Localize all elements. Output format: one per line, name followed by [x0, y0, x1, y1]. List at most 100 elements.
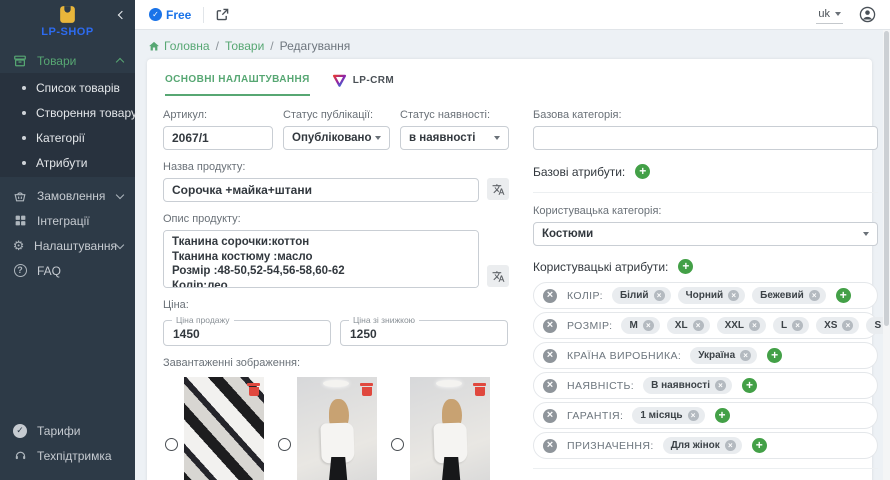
- attribute-name: ГАРАНТІЯ:: [567, 410, 623, 422]
- breadcrumb-current: Редагування: [280, 39, 351, 53]
- avail-status-select[interactable]: в наявності: [400, 126, 509, 150]
- artikul-input[interactable]: [163, 126, 273, 150]
- tab-main-settings[interactable]: ОСНОВНІ НАЛАШТУВАННЯ: [165, 74, 310, 96]
- attribute-remove-icon[interactable]: [543, 289, 557, 303]
- sale-price-field[interactable]: Ціна продажу 1450: [163, 320, 331, 346]
- attribute-remove-icon[interactable]: [543, 439, 557, 453]
- user-category-select[interactable]: Костюми: [533, 222, 878, 246]
- attribute-remove-icon[interactable]: [543, 379, 557, 393]
- attribute-row: КОЛІР:БілийЧорнийБежевий: [533, 282, 878, 309]
- base-category-input[interactable]: [533, 126, 878, 150]
- chip-remove-icon[interactable]: [693, 320, 704, 331]
- image-select-radio[interactable]: [391, 438, 404, 451]
- discount-price-field[interactable]: Ціна зі знижкою 1250: [340, 320, 508, 346]
- attribute-row: НАЯВНІСТЬ:В наявності: [533, 372, 878, 399]
- sidebar-footer: ✓ Тарифи Техпідтримка: [0, 418, 135, 468]
- base-category-label: Базова категорія:: [533, 109, 878, 121]
- chip-remove-icon[interactable]: [792, 320, 803, 331]
- chip-label: Для жінок: [671, 440, 720, 451]
- breadcrumb-label: Головна: [164, 39, 210, 53]
- sidebar-collapse-icon[interactable]: [119, 7, 125, 21]
- image-cell: [276, 376, 389, 480]
- chevron-down-icon: [375, 136, 381, 140]
- add-base-attribute-button[interactable]: [635, 164, 650, 179]
- sidebar-item-attributes[interactable]: Атрибути: [0, 150, 135, 175]
- chip-label: M: [629, 320, 637, 331]
- image-select-radio[interactable]: [278, 438, 291, 451]
- chip-remove-icon[interactable]: [688, 410, 699, 421]
- pub-status-select[interactable]: Опубліковано: [283, 126, 390, 150]
- chip-remove-icon[interactable]: [725, 440, 736, 451]
- delete-image-button[interactable]: [248, 383, 259, 396]
- breadcrumb-home-link[interactable]: Головна: [148, 39, 210, 53]
- tab-lp-crm[interactable]: LP-CRM: [332, 73, 394, 97]
- scrollbar-thumb[interactable]: [884, 31, 889, 326]
- add-user-attribute-button[interactable]: [678, 259, 693, 274]
- mirror-selfie-photo: [410, 377, 490, 480]
- fabric-closeup-photo: [184, 377, 264, 480]
- attribute-value-chip: XL: [667, 317, 710, 334]
- chip-label: В наявності: [651, 380, 710, 391]
- description-textarea[interactable]: Тканина сорочки:коттон Тканина костюму :…: [163, 230, 479, 288]
- add-value-button[interactable]: [836, 288, 851, 303]
- breadcrumb: Головна / Товари / Редагування: [148, 39, 890, 53]
- chip-label: 1 місяць: [640, 410, 682, 421]
- sidebar-item-categories[interactable]: Категорії: [0, 125, 135, 150]
- add-value-button[interactable]: [767, 348, 782, 363]
- chip-remove-icon[interactable]: [740, 350, 751, 361]
- bullet-icon: [22, 86, 26, 90]
- headset-icon: [12, 449, 28, 462]
- product-name-input[interactable]: [163, 178, 479, 202]
- chip-label: L: [781, 320, 787, 331]
- sidebar-item-settings[interactable]: ⚙ Налаштування: [0, 233, 135, 258]
- sidebar-item-product-create[interactable]: Створення товару: [0, 100, 135, 125]
- sidebar-item-support[interactable]: Техпідтримка: [0, 443, 135, 468]
- chip-remove-icon[interactable]: [715, 380, 726, 391]
- attribute-value-chip: Бежевий: [752, 287, 826, 304]
- description-label: Опис продукту:: [163, 213, 509, 225]
- attribute-remove-icon[interactable]: [543, 409, 557, 423]
- chip-remove-icon[interactable]: [728, 290, 739, 301]
- delete-image-button[interactable]: [474, 383, 485, 396]
- breadcrumb-separator: /: [216, 39, 219, 53]
- attribute-remove-icon[interactable]: [543, 319, 557, 333]
- logo-text[interactable]: LP-SHOP: [0, 26, 135, 38]
- breadcrumb-products-link[interactable]: Товари: [225, 39, 264, 53]
- sidebar-item-products[interactable]: Товари: [0, 48, 135, 73]
- language-select[interactable]: uk: [816, 6, 843, 24]
- avatar[interactable]: [859, 6, 876, 23]
- attribute-remove-icon[interactable]: [543, 349, 557, 363]
- chip-remove-icon[interactable]: [643, 320, 654, 331]
- chip-remove-icon[interactable]: [749, 320, 760, 331]
- user-attrs-label: Користувацькі атрибути:: [533, 260, 668, 274]
- translate-button[interactable]: [487, 178, 509, 200]
- divider: [533, 192, 878, 193]
- form-left-column: Артикул: Статус публікації: Опубліковано…: [163, 101, 509, 480]
- verified-icon: ✓: [149, 8, 162, 21]
- check-badge-icon: ✓: [12, 424, 28, 438]
- plan-badge[interactable]: ✓ Free: [149, 8, 191, 22]
- images-grid: [163, 376, 509, 480]
- sidebar-item-orders[interactable]: Замовлення: [0, 183, 135, 208]
- chip-remove-icon[interactable]: [809, 290, 820, 301]
- chip-remove-icon[interactable]: [842, 320, 853, 331]
- attribute-name: ПРИЗНАЧЕННЯ:: [567, 440, 654, 452]
- basket-icon: [12, 189, 28, 203]
- add-value-button[interactable]: [752, 438, 767, 453]
- open-in-new-icon[interactable]: [216, 8, 229, 21]
- delete-image-button[interactable]: [361, 383, 372, 396]
- sidebar-item-label: Замовлення: [37, 189, 117, 203]
- sidebar-item-tariffs[interactable]: ✓ Тарифи: [0, 418, 135, 443]
- add-value-button[interactable]: [742, 378, 757, 393]
- sidebar-item-label: Категорії: [36, 131, 123, 145]
- image-select-radio[interactable]: [165, 438, 178, 451]
- sidebar-item-faq[interactable]: ? FAQ: [0, 258, 135, 283]
- translate-button[interactable]: [487, 265, 509, 287]
- vertical-scrollbar[interactable]: [883, 30, 890, 480]
- products-submenu: Список товарів Створення товару Категорі…: [0, 73, 135, 177]
- sidebar-item-integrations[interactable]: Інтеграції: [0, 208, 135, 233]
- chip-remove-icon[interactable]: [654, 290, 665, 301]
- sidebar-item-product-list[interactable]: Список товарів: [0, 75, 135, 100]
- add-value-button[interactable]: [715, 408, 730, 423]
- image-figure-part: [323, 380, 349, 387]
